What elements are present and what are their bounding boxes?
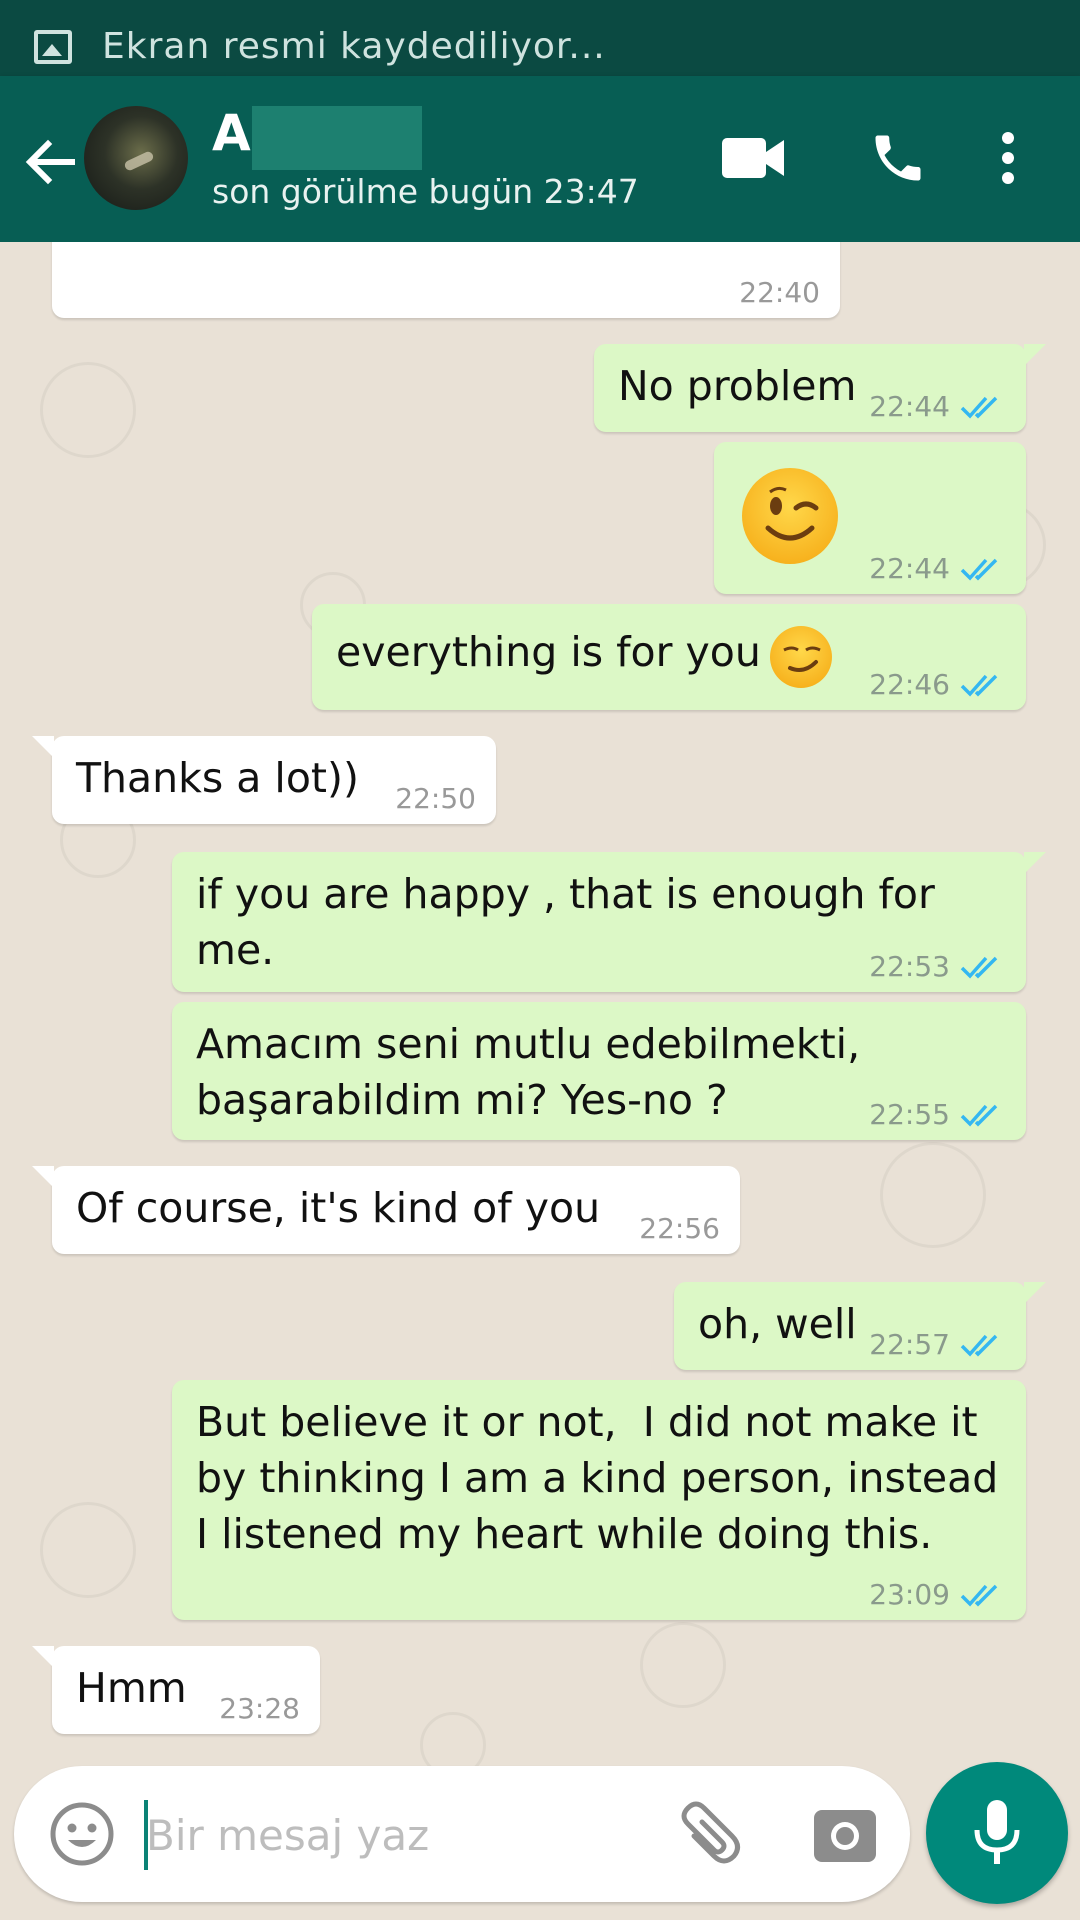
image-icon	[34, 29, 72, 64]
message-time: 22:44	[869, 552, 950, 585]
message-bubble-incoming[interactable]: 22:40	[52, 242, 840, 318]
message-text: No problem	[618, 362, 857, 410]
voice-message-button[interactable]	[926, 1762, 1068, 1904]
message-bubble-outgoing[interactable]: No problem 22:44	[594, 344, 1046, 432]
message-time: 23:09	[869, 1578, 950, 1611]
notification-text: Ekran resmi kaydediliyor...	[102, 26, 606, 67]
message-text: everything is for you	[336, 628, 761, 676]
status-bar: Ekran resmi kaydediliyor...	[0, 0, 1080, 76]
last-seen-text: son görülme bugün 23:47	[212, 172, 639, 211]
double-check-icon	[960, 956, 998, 979]
back-button[interactable]	[20, 132, 80, 192]
wallpaper-doodle	[40, 1502, 136, 1598]
winking-face-icon	[742, 468, 838, 564]
message-time: 22:40	[739, 276, 820, 309]
message-composer	[14, 1766, 910, 1902]
message-input[interactable]	[144, 1796, 668, 1874]
message-text: Thanks a lot))	[76, 754, 359, 802]
message-bubble-incoming[interactable]: Of course, it's kind of you 22:56	[32, 1166, 740, 1254]
smirking-face-icon	[770, 626, 832, 688]
message-bubble-outgoing[interactable]: 22:44	[714, 442, 1026, 594]
message-text: Amacım seni mutlu edebilmekti, başarabil…	[196, 1020, 861, 1124]
microphone-icon	[974, 1800, 1020, 1864]
text-cursor	[144, 1800, 148, 1870]
chat-header: A son görülme bugün 23:47	[0, 76, 1080, 242]
wallpaper-doodle	[640, 1622, 726, 1708]
double-check-icon	[960, 558, 998, 581]
message-time: 23:28	[219, 1692, 300, 1725]
message-bubble-incoming[interactable]: Thanks a lot)) 22:50	[32, 736, 496, 824]
message-text: Of course, it's kind of you	[76, 1184, 601, 1232]
camera-icon	[814, 1810, 876, 1862]
message-time: 22:55	[869, 1098, 950, 1131]
more-vertical-icon	[1002, 132, 1014, 184]
double-check-icon	[960, 1334, 998, 1357]
emoji-button[interactable]	[48, 1800, 116, 1868]
contact-name[interactable]: A	[212, 104, 251, 162]
video-call-button[interactable]	[722, 136, 786, 180]
attach-button[interactable]	[674, 1800, 744, 1870]
message-bubble-outgoing[interactable]: if you are happy , that is enough for me…	[172, 852, 1046, 992]
message-time: 22:53	[869, 950, 950, 983]
wallpaper-doodle	[880, 1142, 986, 1248]
voice-call-button[interactable]	[868, 128, 928, 188]
redaction-box	[252, 106, 422, 170]
message-text: if you are happy , that is enough for me…	[196, 870, 935, 974]
message-time: 22:57	[869, 1328, 950, 1361]
video-camera-icon	[722, 138, 784, 178]
contact-avatar[interactable]	[84, 106, 188, 210]
message-time: 22:56	[639, 1212, 720, 1245]
arrow-left-icon	[25, 139, 75, 185]
smiley-icon	[50, 1802, 114, 1866]
double-check-icon	[960, 1104, 998, 1127]
camera-button[interactable]	[814, 1804, 876, 1862]
message-bubble-outgoing[interactable]: oh, well 22:57	[674, 1282, 1046, 1370]
message-bubble-outgoing[interactable]: everything is for you 22:46	[312, 604, 1026, 710]
phone-icon	[875, 135, 921, 181]
message-text: Hmm	[76, 1664, 187, 1712]
message-time: 22:50	[395, 782, 476, 815]
double-check-icon	[960, 1584, 998, 1607]
screenshot-notification: Ekran resmi kaydediliyor...	[34, 26, 606, 67]
message-text: But believe it or not, I did not make it…	[196, 1398, 999, 1558]
message-text: oh, well	[698, 1300, 857, 1348]
paperclip-icon	[681, 1801, 740, 1864]
message-time: 22:44	[869, 390, 950, 423]
message-list[interactable]: 22:40 No problem 22:44 22:44 everything …	[0, 242, 1080, 1920]
more-options-button[interactable]	[996, 128, 1020, 188]
wallpaper-doodle	[40, 362, 136, 458]
double-check-icon	[960, 396, 998, 419]
message-bubble-outgoing[interactable]: Amacım seni mutlu edebilmekti, başarabil…	[172, 1002, 1026, 1140]
double-check-icon	[960, 674, 998, 697]
message-bubble-incoming[interactable]: Hmm 23:28	[32, 1646, 320, 1734]
message-time: 22:46	[869, 668, 950, 701]
message-bubble-outgoing[interactable]: But believe it or not, I did not make it…	[172, 1380, 1026, 1620]
